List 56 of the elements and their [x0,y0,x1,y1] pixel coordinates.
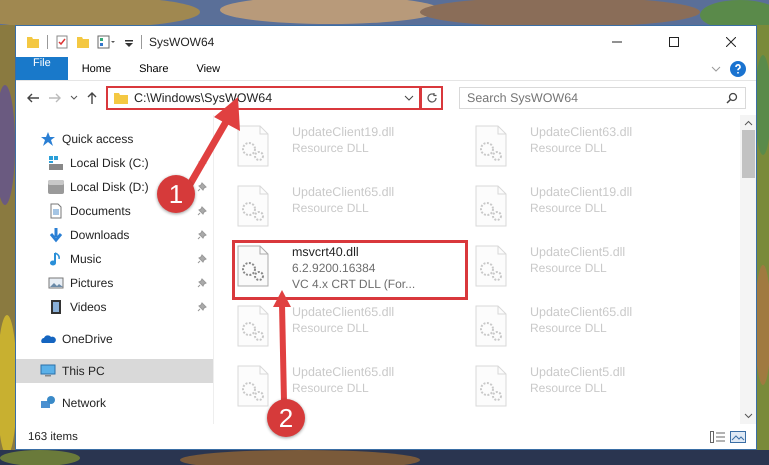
monitor-icon [40,363,56,379]
folder-icon [113,91,129,105]
folder-icon [26,34,40,48]
scroll-down-icon[interactable] [744,413,752,419]
scrollbar[interactable] [740,115,756,424]
scroll-up-icon[interactable] [744,120,752,126]
film-icon [48,299,64,315]
item-count: 163 items [28,430,78,442]
nav-item[interactable]: Downloads [70,228,130,242]
recent-locations-icon[interactable] [70,95,78,101]
nav-item[interactable]: Pictures [70,276,114,290]
new-folder-icon[interactable] [76,34,90,48]
file-detail: 6.2.9200.16384 [292,261,376,275]
image-icon [48,275,64,291]
search-field[interactable]: Search SysWOW64 [459,87,746,109]
nav-item[interactable]: Quick access [16,127,213,151]
ribbon-tab[interactable]: Share [125,57,182,80]
network-icon [40,395,56,411]
view-options-icon[interactable] [97,34,117,48]
window-title: SysWOW64 [149,34,214,48]
file-name[interactable]: msvcrt40.dll [292,245,416,259]
maximize-icon [669,36,679,46]
download-icon [48,227,64,243]
nav-item[interactable]: Network [16,391,213,415]
details-view-icon[interactable] [710,430,726,442]
nav-item[interactable]: Music [70,252,102,266]
nav-item[interactable]: This PC [16,359,213,383]
refresh-icon [426,92,438,104]
nav-item[interactable]: Documents [70,204,131,218]
forward-icon[interactable] [48,92,62,104]
document-icon [48,203,64,219]
close-icon [726,36,736,46]
nav-item[interactable]: Local Disk (D:) [70,180,149,194]
ribbon-tab[interactable]: View [182,57,234,80]
dropdown-icon[interactable] [404,94,414,102]
drive-icon [48,179,64,195]
help-icon[interactable] [730,60,746,76]
expand-ribbon-icon[interactable] [710,64,722,74]
address-field[interactable]: C:\Windows\SysWOW64 [106,86,421,110]
scroll-thumb[interactable] [742,130,754,178]
nav-item[interactable]: OneDrive [16,327,213,351]
file-menu-button[interactable]: File [16,57,68,80]
nav-item[interactable]: Local Disk (C:) [70,156,149,170]
search-icon [726,92,738,104]
nav-item[interactable]: Videos [70,300,106,314]
properties-icon[interactable] [55,34,69,48]
dll-file-icon[interactable] [236,245,270,287]
minimize-icon [612,40,622,42]
back-icon[interactable] [26,92,40,104]
large-icons-view-icon[interactable] [730,430,746,442]
refresh-button[interactable] [421,86,443,110]
up-icon[interactable] [86,91,98,105]
drive-icon [48,155,64,171]
file-detail: VC 4.x CRT DLL (For... [292,277,416,291]
ribbon-tab[interactable]: Home [68,57,126,80]
star-icon [40,131,56,147]
